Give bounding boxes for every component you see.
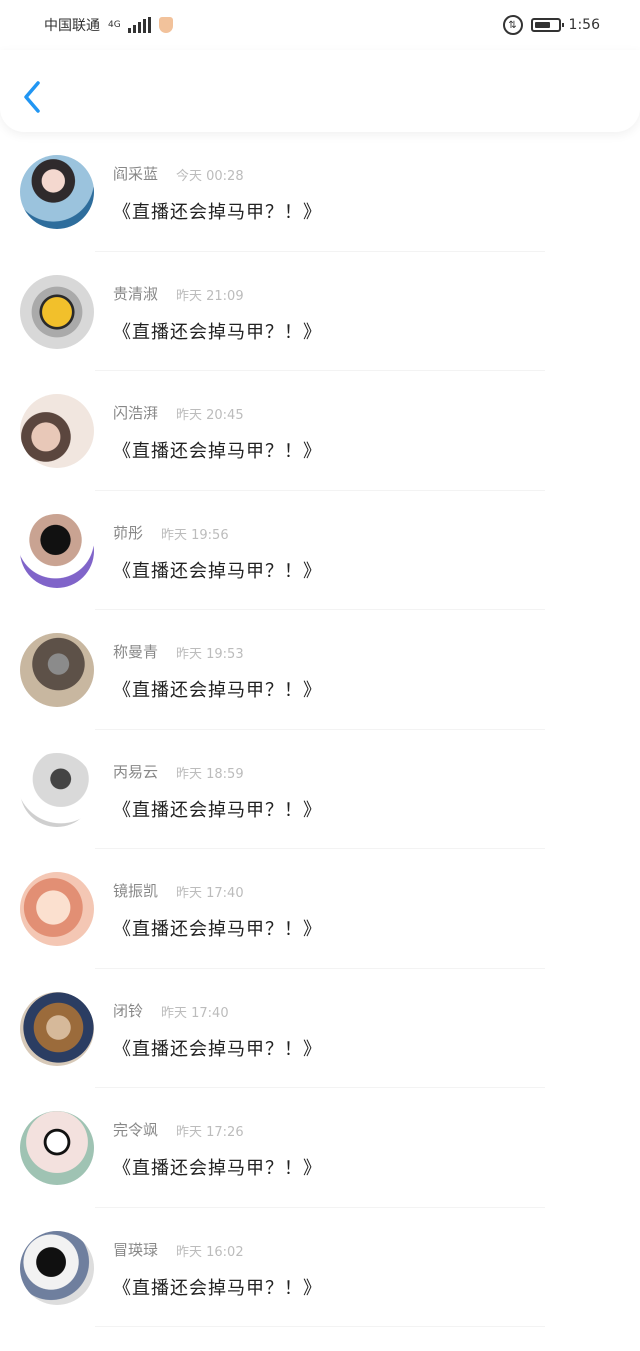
- message-time: 昨天 20:45: [176, 408, 244, 423]
- message-time: 昨天 19:56: [161, 527, 229, 543]
- message-time: 昨天 21:09: [176, 288, 244, 304]
- sender-name: 完令飒: [113, 1121, 159, 1139]
- message-time: 昨天 17:40: [161, 1005, 229, 1021]
- carrier-label: 中国联通: [44, 18, 100, 34]
- avatar[interactable]: [20, 274, 94, 349]
- message-row[interactable]: 完令飒 昨天 17:26 《直播还会掉马甲？！》: [0, 1088, 640, 1208]
- message-row[interactable]: 镜振凯 昨天 17:40 《直播还会掉马甲？！》: [0, 849, 640, 969]
- avatar[interactable]: [20, 633, 94, 707]
- message-time: 昨天 18:59: [176, 766, 244, 782]
- message-row[interactable]: 贵清淑 昨天 21:09 《直播还会掉马甲？！》: [0, 252, 640, 371]
- message-content: 《直播还会掉马甲？！》: [113, 560, 322, 582]
- message-content: 《直播还会掉马甲？！》: [113, 1158, 322, 1179]
- message-content: 《直播还会掉马甲？！》: [113, 680, 322, 701]
- avatar[interactable]: [20, 1230, 94, 1305]
- status-left: 中国联通 4G: [44, 15, 173, 35]
- message-list: 阎采蓝 今天 00:28 《直播还会掉马甲？！》 贵清淑 昨天 21:09 《直播还会掉马…: [0, 132, 640, 1327]
- back-button[interactable]: [20, 78, 50, 116]
- chevron-left-icon: [24, 81, 40, 113]
- message-content: 《直播还会掉马甲？！》: [113, 919, 322, 940]
- row-divider: [95, 1326, 545, 1327]
- message-row[interactable]: 冒瑛琭 昨天 16:02 《直播还会掉马甲？！》: [0, 1208, 640, 1327]
- message-content: 《直播还会掉马甲？！》: [113, 1277, 322, 1299]
- avatar[interactable]: [20, 752, 94, 827]
- message-content: 《直播还会掉马甲？！》: [113, 441, 322, 462]
- signal-icon: [128, 17, 151, 33]
- sender-name: 贵清淑: [113, 284, 159, 303]
- message-time: 昨天 16:02: [176, 1244, 244, 1260]
- message-time: 昨天 19:53: [176, 647, 244, 662]
- message-row[interactable]: 阎采蓝 今天 00:28 《直播还会掉马甲？！》: [0, 132, 640, 252]
- shield-icon: [159, 17, 173, 33]
- avatar[interactable]: [20, 394, 94, 468]
- sender-name: 阎采蓝: [113, 165, 159, 183]
- message-row[interactable]: 闪浩湃 昨天 20:45 《直播还会掉马甲？！》: [0, 371, 640, 491]
- sender-name: 称曼青: [113, 643, 159, 661]
- avatar[interactable]: [20, 1111, 94, 1185]
- sender-name: 闭铃: [113, 1001, 144, 1020]
- status-right: ⇅ 1:56: [502, 15, 600, 35]
- battery-icon: [530, 18, 564, 32]
- message-time: 昨天 17:26: [176, 1125, 244, 1140]
- sender-name: 丙易云: [113, 762, 159, 781]
- sender-name: 闪浩湃: [113, 404, 159, 422]
- message-content: 《直播还会掉马甲？！》: [113, 202, 322, 223]
- status-bar: 中国联通 4G ⇅ 1:56: [0, 0, 640, 50]
- battery-level: [534, 22, 550, 28]
- message-time: 昨天 17:40: [176, 886, 244, 901]
- message-content: 《直播还会掉马甲？！》: [113, 1038, 322, 1060]
- avatar[interactable]: [20, 872, 94, 946]
- avatar[interactable]: [20, 155, 94, 229]
- top-header: [0, 50, 640, 132]
- sender-name: 茆彤: [113, 523, 144, 542]
- message-row[interactable]: 闭铃 昨天 17:40 《直播还会掉马甲？！》: [0, 969, 640, 1088]
- sender-name: 镜振凯: [113, 882, 159, 900]
- message-row[interactable]: 称曼青 昨天 19:53 《直播还会掉马甲？！》: [0, 610, 640, 730]
- message-row[interactable]: 茆彤 昨天 19:56 《直播还会掉马甲？！》: [0, 491, 640, 610]
- network-type: 4G: [108, 19, 121, 30]
- sender-name: 冒瑛琭: [113, 1240, 159, 1259]
- data-transfer-icon: ⇅: [502, 15, 523, 35]
- avatar[interactable]: [20, 991, 94, 1066]
- message-content: 《直播还会掉马甲？！》: [113, 321, 322, 343]
- message-time: 今天 00:28: [176, 169, 244, 184]
- clock: 1:56: [568, 17, 600, 33]
- message-row[interactable]: 丙易云 昨天 18:59 《直播还会掉马甲？！》: [0, 730, 640, 849]
- avatar[interactable]: [20, 513, 94, 588]
- message-content: 《直播还会掉马甲？！》: [113, 799, 322, 821]
